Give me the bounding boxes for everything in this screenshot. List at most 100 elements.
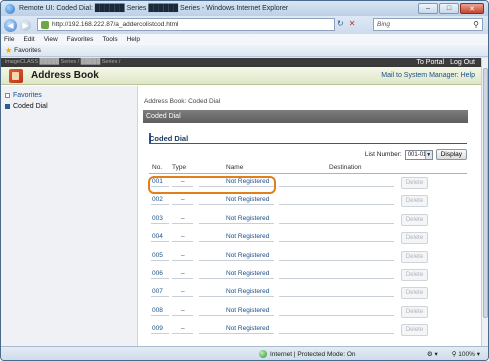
row-name-link[interactable]: Not Registered bbox=[226, 325, 269, 332]
table-row: 006 – Not Registered Delete bbox=[149, 266, 467, 284]
row-type: – bbox=[181, 251, 185, 259]
row-underline bbox=[199, 204, 274, 206]
row-name-link[interactable]: Not Registered bbox=[226, 252, 269, 259]
product-brand: imageCLASS █████ Series / █████ Series / bbox=[5, 59, 121, 65]
bullet-icon bbox=[5, 104, 10, 109]
address-tools: ↻ ✕ bbox=[337, 19, 355, 28]
row-underline bbox=[279, 259, 394, 261]
sidebar-item-label: Coded Dial bbox=[13, 103, 48, 110]
security-zone[interactable]: Internet | Protected Mode: On bbox=[259, 350, 356, 358]
settings-icon[interactable]: ⚙ ▾ bbox=[427, 350, 438, 358]
address-bar[interactable]: http://192.168.222.87/a_addercolistcod.h… bbox=[37, 18, 335, 31]
stop-icon[interactable]: ✕ bbox=[349, 19, 356, 28]
display-button[interactable]: Display bbox=[435, 149, 467, 160]
table-row: 009 – Not Registered Delete bbox=[149, 321, 467, 339]
delete-button[interactable]: Delete bbox=[401, 269, 428, 281]
search-input[interactable]: Bing ⚲ bbox=[373, 18, 483, 31]
forward-arrow-icon[interactable]: ▶ bbox=[20, 19, 31, 31]
row-number-link[interactable]: 007 bbox=[152, 288, 163, 295]
row-underline bbox=[199, 333, 274, 335]
refresh-icon[interactable]: ↻ bbox=[337, 19, 344, 28]
sidebar-item-favorites[interactable]: Favorites bbox=[1, 90, 137, 101]
row-underline bbox=[279, 241, 394, 243]
column-no: No. bbox=[152, 164, 163, 171]
page-icon bbox=[41, 20, 49, 29]
close-button[interactable]: ✕ bbox=[460, 3, 484, 14]
row-number-link[interactable]: 008 bbox=[152, 307, 163, 314]
delete-button[interactable]: Delete bbox=[401, 287, 428, 300]
page-title: Address Book bbox=[31, 70, 99, 81]
search-placeholder: Bing bbox=[377, 21, 391, 28]
row-name-link[interactable]: Not Registered bbox=[226, 270, 269, 277]
list-number-label: List Number: bbox=[364, 151, 402, 158]
zoom-value: 100% bbox=[458, 351, 475, 358]
row-underline bbox=[279, 204, 394, 206]
to-portal-link[interactable]: To Portal bbox=[416, 59, 444, 66]
row-type: – bbox=[181, 214, 185, 222]
delete-button[interactable]: Delete bbox=[401, 232, 428, 245]
delete-button[interactable]: Delete bbox=[401, 250, 428, 263]
log-out-link[interactable]: Log Out bbox=[450, 59, 475, 66]
menu-view[interactable]: View bbox=[44, 36, 58, 43]
row-underline bbox=[151, 204, 169, 206]
row-name-link[interactable]: Not Registered bbox=[226, 233, 269, 240]
list-number-select[interactable]: 001-014 ▼ bbox=[404, 149, 433, 160]
row-underline bbox=[199, 222, 274, 224]
row-name-link[interactable]: Not Registered bbox=[226, 215, 269, 222]
maximize-button[interactable]: □ bbox=[439, 3, 459, 14]
list-number-control: List Number: 001-014 ▼ Display bbox=[365, 149, 467, 160]
delete-button[interactable]: Delete bbox=[401, 177, 428, 189]
row-number-link[interactable]: 006 bbox=[152, 270, 163, 277]
address-book-icon bbox=[9, 68, 23, 83]
sidebar-item-label: Favorites bbox=[13, 92, 42, 99]
row-number-link[interactable]: 003 bbox=[152, 215, 163, 222]
menu-file[interactable]: File bbox=[4, 36, 14, 43]
row-underline bbox=[172, 259, 193, 261]
vertical-scrollbar[interactable] bbox=[481, 58, 488, 346]
menu-edit[interactable]: Edit bbox=[23, 36, 34, 43]
title-bar: Remote UI: Coded Dial: ██████ Series ███… bbox=[1, 1, 488, 16]
status-tools: ⚙ ▾ ⚲ 100% ▾ bbox=[427, 350, 480, 358]
row-underline bbox=[279, 186, 394, 187]
search-icon[interactable]: ⚲ bbox=[473, 20, 479, 29]
menu-help[interactable]: Help bbox=[127, 36, 140, 43]
row-underline bbox=[199, 314, 274, 316]
address-book-bar: Address Book Mail to System Manager: Hel… bbox=[1, 67, 481, 85]
bullet-icon bbox=[5, 93, 10, 98]
row-underline bbox=[172, 241, 193, 243]
row-name-link[interactable]: Not Registered bbox=[226, 288, 269, 295]
row-number-link[interactable]: 004 bbox=[152, 233, 163, 240]
back-arrow-icon[interactable]: ◀ bbox=[4, 18, 17, 32]
favorites-star-icon[interactable]: ★ bbox=[5, 46, 12, 55]
breadcrumb: Address Book: Coded Dial bbox=[144, 98, 221, 105]
minimize-button[interactable]: – bbox=[418, 3, 438, 14]
section-title: Coded Dial bbox=[149, 134, 189, 143]
row-highlight-callout bbox=[148, 176, 276, 194]
delete-button[interactable]: Delete bbox=[401, 213, 428, 226]
row-number-link[interactable]: 005 bbox=[152, 252, 163, 259]
delete-button[interactable]: Delete bbox=[401, 324, 428, 337]
delete-button[interactable]: Delete bbox=[401, 195, 428, 208]
sidebar-item-coded-dial[interactable]: Coded Dial bbox=[1, 101, 137, 112]
row-number-link[interactable]: 002 bbox=[152, 196, 163, 203]
zone-text: Internet | Protected Mode: On bbox=[270, 350, 356, 358]
row-underline bbox=[199, 278, 274, 279]
menu-favorites[interactable]: Favorites bbox=[67, 36, 94, 43]
chevron-down-icon[interactable]: ▼ bbox=[424, 150, 432, 159]
address-url: http://192.168.222.87/a_addercolistcod.h… bbox=[52, 21, 179, 28]
panel-header: Coded Dial bbox=[143, 110, 468, 123]
row-name-link[interactable]: Not Registered bbox=[226, 196, 269, 203]
favorites-button[interactable]: Favorites bbox=[14, 47, 41, 54]
column-type: Type bbox=[172, 164, 187, 171]
delete-button[interactable]: Delete bbox=[401, 305, 428, 318]
row-name-link[interactable]: Not Registered bbox=[226, 307, 269, 314]
row-underline bbox=[172, 314, 193, 316]
section-divider bbox=[149, 143, 467, 144]
scrollbar-thumb[interactable] bbox=[483, 68, 488, 318]
menu-tools[interactable]: Tools bbox=[102, 36, 117, 43]
row-number-link[interactable]: 009 bbox=[152, 325, 163, 332]
table-row: 003 – Not Registered Delete bbox=[149, 211, 467, 229]
zoom-level[interactable]: ⚲ 100% ▾ bbox=[452, 350, 480, 358]
row-underline bbox=[279, 333, 394, 335]
mail-to-manager-link[interactable]: Mail to System Manager: Help bbox=[381, 72, 475, 79]
